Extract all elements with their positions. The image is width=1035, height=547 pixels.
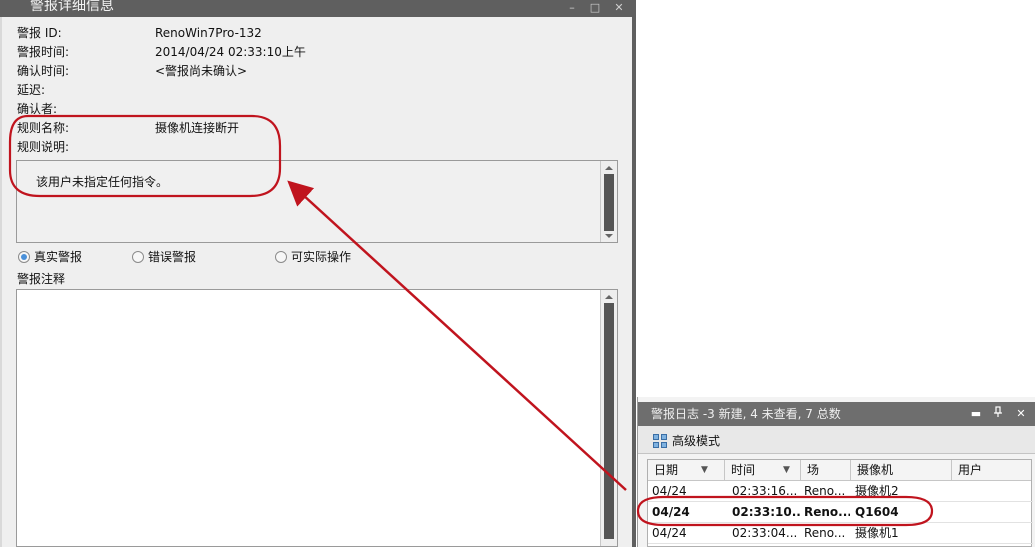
close-button[interactable]: ✕ [612,1,626,15]
detail-titlebar[interactable]: 警报详细信息 – □ ✕ [0,0,636,17]
window-border-right [632,17,636,547]
scroll-thumb[interactable] [604,174,614,231]
row-user [956,523,1030,543]
row-user [956,502,1030,522]
row-time: 02:33:04... [732,526,798,540]
column-header-camera-label: 摄像机 [857,463,894,477]
alarm-time-value: 2014/04/24 02:33:10上午 [155,45,306,59]
pin-icon-glyph [994,406,1002,417]
column-header-date-label: 日期 [654,463,679,477]
table-row[interactable]: 04/24 02:33:04... Reno... 摄像机1 [648,523,1033,544]
row-site: Reno... [804,526,846,540]
row-date: 04/24 [652,484,687,498]
alarm-notes-label: 警报注释 [17,272,66,286]
rule-description-label: 规则说明: [17,140,70,154]
notes-scroll-up-icon[interactable] [605,295,613,299]
notes-scroll-thumb[interactable] [604,303,614,539]
false-alarm-label[interactable]: 错误警报 [148,249,196,265]
float-window-icon[interactable]: ▬ [969,406,983,422]
row-camera: 摄像机1 [855,526,899,540]
log-close-icon[interactable]: ✕ [1014,406,1028,422]
acknowledged-by-label: 确认者: [17,102,58,116]
row-site: Reno... [804,484,846,498]
alarm-time-label: 警报时间: [17,45,70,59]
alarm-detail-window: 警报详细信息 – □ ✕ 警报 ID: RenoWin7Pro-132 警报时间… [0,0,636,547]
delay-label: 延迟: [17,83,46,97]
column-header-camera[interactable]: 摄像机 [851,460,952,481]
row-camera: Q1604 [855,505,899,519]
alarm-log-table: 日期 ▼ 时间 ▼ 场 摄像机 用户 04/24 02:33:16... Ren… [647,459,1033,547]
alarm-log-titlebar[interactable]: 警报日志 -3 新建, 4 未查看, 7 总数 ▬ ✕ [638,402,1035,426]
advanced-mode-button[interactable]: 高级模式 [672,433,720,449]
notes-scrollbar[interactable] [600,290,617,546]
ack-time-label: 确认时间: [17,64,70,78]
rule-name-label: 规则名称: [17,121,70,135]
alarm-id-label: 警报 ID: [17,26,62,40]
detail-window-title: 警报详细信息 [30,0,114,14]
alarm-log-panel: 警报日志 -3 新建, 4 未查看, 7 总数 ▬ ✕ 高级模式 日期 ▼ 时间 [637,397,1035,547]
column-header-date[interactable]: 日期 ▼ [648,460,725,481]
window-border-left [0,17,2,547]
alarm-log-toolbar: 高级模式 [638,426,1035,454]
advanced-mode-icon[interactable] [653,434,667,448]
scroll-down-icon[interactable] [605,234,613,238]
actionable-radio[interactable] [275,251,287,263]
column-header-site[interactable]: 场 [801,460,851,481]
column-header-site-label: 场 [807,463,820,477]
alarm-log-title: 警报日志 -3 新建, 4 未查看, 7 总数 [651,407,841,421]
rule-description-scrollbar[interactable] [600,161,617,242]
alarm-id-value: RenoWin7Pro-132 [155,26,262,40]
column-header-user-label: 用户 [958,463,983,477]
false-alarm-radio[interactable] [132,251,144,263]
real-alarm-radio[interactable] [18,251,30,263]
column-header-user[interactable]: 用户 [952,460,1031,481]
sort-down-icon[interactable]: ▼ [701,460,708,480]
row-camera: 摄像机2 [855,484,899,498]
rule-description-text: 该用户未指定任何指令。 [36,175,169,189]
alarm-notes-input[interactable] [16,289,618,547]
real-alarm-label[interactable]: 真实警报 [34,249,82,265]
rule-description-box[interactable]: 该用户未指定任何指令。 [16,160,618,243]
row-time: 02:33:10... [732,505,800,519]
row-date: 04/24 [652,526,687,540]
ack-time-value: <警报尚未确认> [155,64,248,78]
actionable-label[interactable]: 可实际操作 [291,249,351,265]
sort-down-icon[interactable]: ▼ [783,460,790,480]
table-row-selected[interactable]: 04/24 02:33:10... Reno... Q1604 [648,502,1033,523]
rule-name-value: 摄像机连接断开 [155,121,240,135]
row-site: Reno... [804,505,850,519]
row-date: 04/24 [652,505,690,519]
row-time: 02:33:16... [732,484,798,498]
row-user [956,481,1030,501]
table-row[interactable]: 04/24 02:33:16... Reno... 摄像机2 [648,481,1033,502]
column-header-time-label: 时间 [731,463,756,477]
column-header-time[interactable]: 时间 ▼ [725,460,801,481]
scroll-up-icon[interactable] [605,166,613,170]
pin-icon[interactable] [991,406,1005,422]
maximize-button[interactable]: □ [588,1,602,15]
minimize-button[interactable]: – [565,1,579,15]
